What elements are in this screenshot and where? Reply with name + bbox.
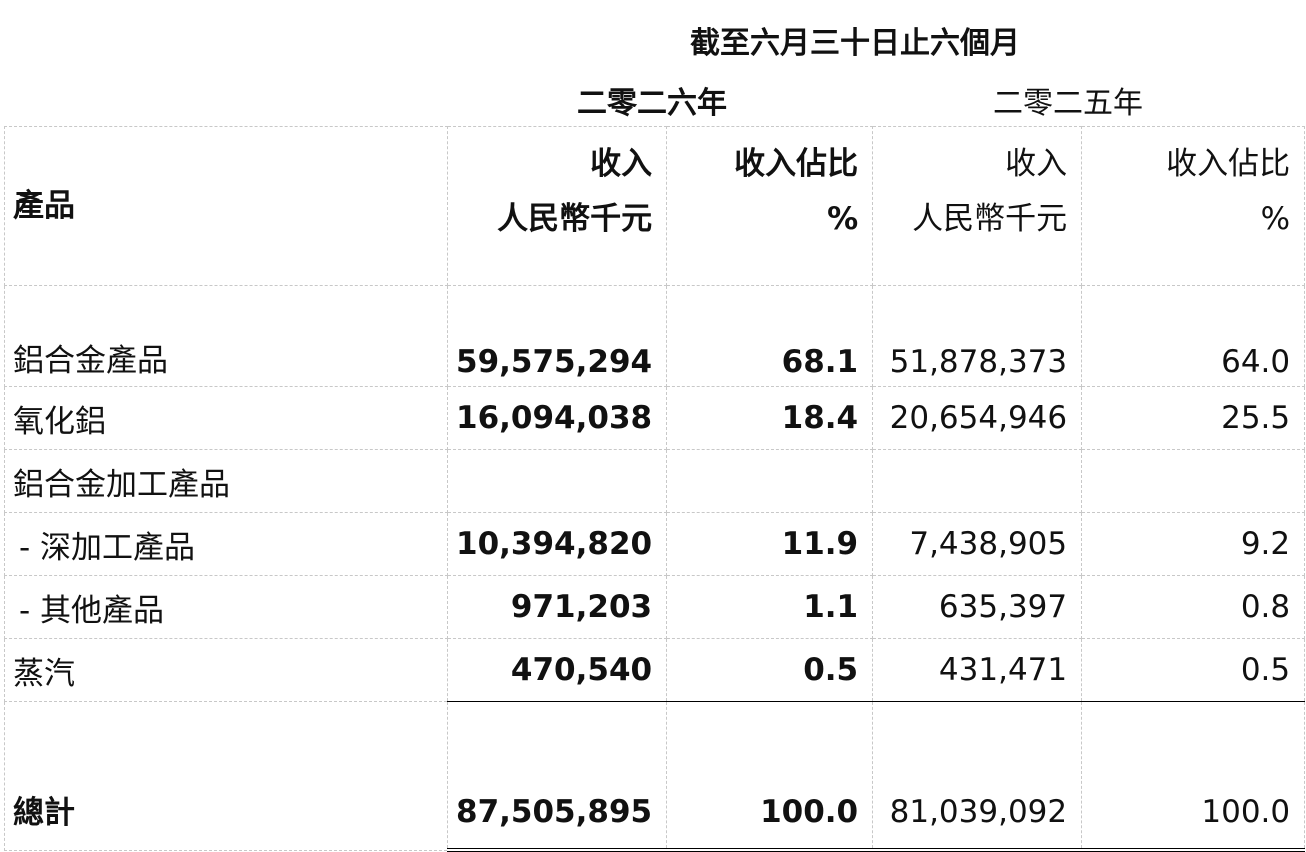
revenue-2025-cell	[872, 449, 1083, 513]
total-revenue-2025: 81,039,092	[872, 701, 1083, 852]
share-2026-header-line2: %	[827, 201, 859, 237]
share-2026-cell: 0.5	[666, 638, 874, 702]
total-row: 總計 87,505,895 100.0 81,039,092 100.0	[4, 701, 1306, 852]
share-2025-cell: 9.2	[1081, 512, 1306, 576]
total-share-2026: 100.0	[666, 701, 874, 852]
share-2025-cell: 64.0	[1081, 285, 1306, 387]
row-label: - 深加工產品	[4, 512, 448, 576]
share-2025-cell: 0.5	[1081, 638, 1306, 702]
revenue-2025-cell: 635,397	[872, 575, 1083, 639]
row-label: 鋁合金加工產品	[4, 449, 448, 513]
row-label: 鋁合金產品	[4, 285, 448, 387]
share-2026-cell: 68.1	[666, 285, 874, 387]
revenue-2026-column-header: 收入 人民幣千元	[446, 126, 668, 286]
year-2026-heading: 二零二六年	[577, 86, 727, 121]
share-2026-header-line1: 收入佔比	[734, 146, 859, 182]
row-label: 蒸汽	[4, 638, 448, 702]
revenue-by-product-table: 產品 收入 人民幣千元 收入佔比 % 收入 人民幣千元 收入佔比 % 鋁合金產品…	[4, 126, 1306, 852]
table-row: - 其他產品 971,203 1.1 635,397 0.8	[4, 575, 1306, 639]
share-2025-header-line1: 收入佔比	[1166, 146, 1291, 182]
revenue-2025-column-header: 收入 人民幣千元	[872, 126, 1083, 286]
table-row: - 深加工產品 10,394,820 11.9 7,438,905 9.2	[4, 512, 1306, 576]
revenue-2026-cell: 16,094,038	[446, 386, 668, 450]
table-row: 氧化鋁 16,094,038 18.4 20,654,946 25.5	[4, 386, 1306, 450]
table-header-row: 產品 收入 人民幣千元 收入佔比 % 收入 人民幣千元 收入佔比 %	[4, 126, 1306, 286]
share-2026-cell	[666, 449, 874, 513]
share-2025-header-line2: %	[1260, 201, 1291, 237]
share-2025-cell: 25.5	[1081, 386, 1306, 450]
revenue-2025-cell: 51,878,373	[872, 285, 1083, 387]
year-2025-heading: 二零二五年	[993, 86, 1143, 121]
revenue-2025-cell: 431,471	[872, 638, 1083, 702]
revenue-2025-header-line2: 人民幣千元	[912, 201, 1068, 237]
share-2026-cell: 1.1	[666, 575, 874, 639]
share-2025-cell	[1081, 449, 1306, 513]
share-2026-column-header: 收入佔比 %	[666, 126, 874, 286]
revenue-2025-cell: 20,654,946	[872, 386, 1083, 450]
revenue-2025-cell: 7,438,905	[872, 512, 1083, 576]
share-2025-cell: 0.8	[1081, 575, 1306, 639]
revenue-2026-cell	[446, 449, 668, 513]
total-revenue-2026: 87,505,895	[446, 701, 668, 852]
total-label: 總計	[4, 701, 448, 851]
revenue-2026-cell: 59,575,294	[446, 285, 668, 387]
share-2026-cell: 11.9	[666, 512, 874, 576]
revenue-2026-header-line1: 收入	[590, 146, 653, 182]
revenue-2026-header-line2: 人民幣千元	[497, 201, 653, 237]
table-row: 蒸汽 470,540 0.5 431,471 0.5	[4, 638, 1306, 702]
table-row: 鋁合金產品 59,575,294 68.1 51,878,373 64.0	[4, 285, 1306, 387]
revenue-2026-cell: 971,203	[446, 575, 668, 639]
period-heading: 截至六月三十日止六個月	[690, 26, 1020, 61]
share-2025-column-header: 收入佔比 %	[1081, 126, 1306, 286]
total-share-2025: 100.0	[1081, 701, 1306, 852]
revenue-2026-cell: 470,540	[446, 638, 668, 702]
share-2026-cell: 18.4	[666, 386, 874, 450]
revenue-2026-cell: 10,394,820	[446, 512, 668, 576]
row-label: - 其他產品	[4, 575, 448, 639]
table-row: 鋁合金加工產品	[4, 449, 1306, 513]
product-column-header: 產品	[4, 126, 448, 286]
row-label: 氧化鋁	[4, 386, 448, 450]
revenue-2025-header-line1: 收入	[1005, 146, 1068, 182]
